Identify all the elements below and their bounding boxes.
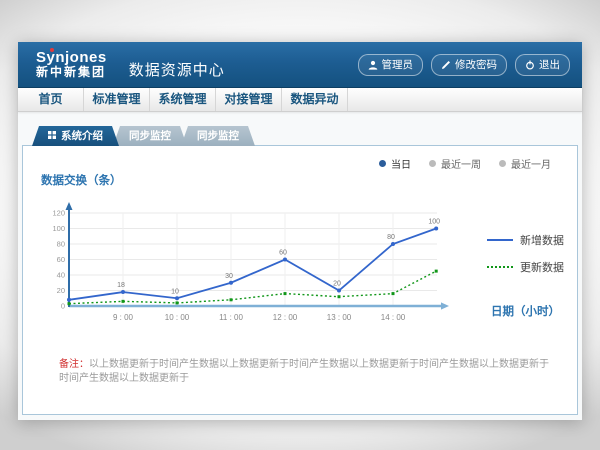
logout-label: 退出 <box>539 57 560 72</box>
data-point-label: 30 <box>225 273 233 280</box>
nav-item-system[interactable]: 系统管理 <box>150 88 216 111</box>
main-nav: 首页 标准管理 系统管理 对接管理 数据异动 <box>18 88 582 112</box>
nav-item-home[interactable]: 首页 <box>18 88 84 111</box>
x-tick-label: 12 : 00 <box>273 313 298 322</box>
power-icon <box>525 60 535 70</box>
data-point <box>391 242 395 246</box>
data-point <box>230 298 233 301</box>
change-password-button[interactable]: 修改密码 <box>431 54 507 76</box>
data-point <box>434 227 438 231</box>
edit-icon <box>441 60 451 70</box>
data-point-label: 10 <box>171 288 179 295</box>
data-point <box>68 302 71 305</box>
tab-label: 同步监控 <box>197 126 239 146</box>
footnote: 备注：以上数据更新于时间产生数据以上数据更新于时间产生数据以上数据更新于时间产生… <box>59 358 551 386</box>
radio-dot <box>499 160 506 167</box>
x-axis-title: 日期（小时） <box>491 303 560 319</box>
tab-label: 同步监控 <box>129 126 171 146</box>
radio-label: 最近一周 <box>441 156 481 171</box>
x-tick-label: 11 : 00 <box>219 313 243 322</box>
data-point-label: 100 <box>428 219 440 226</box>
series-legend: 新增数据 更新数据 <box>487 232 564 286</box>
tab-bar: 系统介绍 同步监控 同步监控 <box>32 126 249 146</box>
x-tick-label: 13 : 00 <box>327 313 352 322</box>
tab-label: 系统介绍 <box>61 126 103 146</box>
radio-label: 当日 <box>391 156 411 171</box>
change-password-label: 修改密码 <box>455 57 497 72</box>
data-point <box>122 300 125 303</box>
y-axis-arrow <box>66 202 73 210</box>
legend-label: 更新数据 <box>520 259 564 275</box>
logout-button[interactable]: 退出 <box>515 54 570 76</box>
x-axis-arrow <box>441 302 449 309</box>
chart-canvas: 0 20 40 60 80 100 120 9 : 00 10 : 00 11 : 00 12 : … <box>45 200 457 332</box>
data-point <box>392 292 395 295</box>
data-point <box>337 289 341 293</box>
admin-user-button[interactable]: 管理员 <box>358 54 424 76</box>
radio-last-week[interactable]: 最近一周 <box>429 156 481 171</box>
data-point <box>338 295 341 298</box>
y-tick-label: 80 <box>57 240 65 249</box>
chart-panel: 当日 最近一周 最近一月 数据交换（条） 0 20 40 60 80 100 120 9 : … <box>22 145 578 415</box>
radio-today[interactable]: 当日 <box>379 156 411 171</box>
y-axis-title: 数据交换（条） <box>41 172 122 188</box>
y-tick-label: 40 <box>57 271 65 280</box>
range-filter-group: 当日 最近一周 最近一月 <box>379 156 551 171</box>
page-title: 数据资源中心 <box>129 59 225 80</box>
data-point <box>175 296 179 300</box>
data-point <box>283 258 287 262</box>
brand-name: Synjones <box>36 50 107 66</box>
data-point <box>435 270 438 273</box>
admin-user-label: 管理员 <box>382 57 414 72</box>
data-point-label: 80 <box>387 234 395 241</box>
header: Synjones 新中新集团 数据资源中心 管理员 修改密码 退出 <box>18 42 582 88</box>
nav-item-data-change[interactable]: 数据异动 <box>282 88 348 111</box>
content-area: 系统介绍 同步监控 同步监控 当日 最近一周 <box>18 113 582 420</box>
y-tick-label: 120 <box>52 209 65 218</box>
legend-item-new-data: 新增数据 <box>487 232 564 248</box>
data-point <box>121 290 125 294</box>
data-point <box>229 281 233 285</box>
radio-dot <box>379 160 386 167</box>
radio-label: 最近一月 <box>511 156 551 171</box>
y-tick-label: 100 <box>52 224 65 233</box>
footnote-text: 以上数据更新于时间产生数据以上数据更新于时间产生数据以上数据更新于时间产生数据以… <box>59 359 549 384</box>
data-point-label: 20 <box>333 281 341 288</box>
x-tick-label: 9 : 00 <box>113 313 134 322</box>
user-icon <box>368 60 378 70</box>
footnote-prefix: 备注： <box>59 359 89 370</box>
radio-last-month[interactable]: 最近一月 <box>499 156 551 171</box>
data-point <box>176 301 179 304</box>
x-tick-label: 14 : 00 <box>381 313 406 322</box>
line-chart: 0 20 40 60 80 100 120 9 : 00 10 : 00 11 : 00 12 : … <box>45 200 457 337</box>
y-tick-label: 20 <box>57 286 65 295</box>
nav-item-standards[interactable]: 标准管理 <box>84 88 150 111</box>
header-actions: 管理员 修改密码 退出 <box>358 54 571 76</box>
grid-icon <box>48 126 56 146</box>
series-line-new-data <box>69 229 436 300</box>
brand-company: 新中新集团 <box>36 66 107 79</box>
data-point-label: 18 <box>117 282 125 289</box>
legend-line-sample-blue <box>487 239 513 241</box>
app-window: Synjones 新中新集团 数据资源中心 管理员 修改密码 退出 <box>18 42 582 420</box>
y-tick-label: 60 <box>57 255 65 264</box>
legend-label: 新增数据 <box>520 232 564 248</box>
tab-sync-monitor-2[interactable]: 同步监控 <box>181 126 255 146</box>
tab-sync-monitor-1[interactable]: 同步监控 <box>113 126 187 146</box>
y-tick-label: 0 <box>61 302 65 311</box>
nav-item-integration[interactable]: 对接管理 <box>216 88 282 111</box>
data-point-label: 60 <box>279 250 287 257</box>
legend-item-update-data: 更新数据 <box>487 259 564 275</box>
radio-dot <box>429 160 436 167</box>
x-tick-label: 10 : 00 <box>165 313 190 322</box>
data-point <box>284 292 287 295</box>
brand-logo: Synjones 新中新集团 <box>36 50 107 78</box>
legend-line-sample-green <box>487 266 513 268</box>
data-point <box>67 298 71 302</box>
tab-system-intro[interactable]: 系统介绍 <box>32 126 119 146</box>
